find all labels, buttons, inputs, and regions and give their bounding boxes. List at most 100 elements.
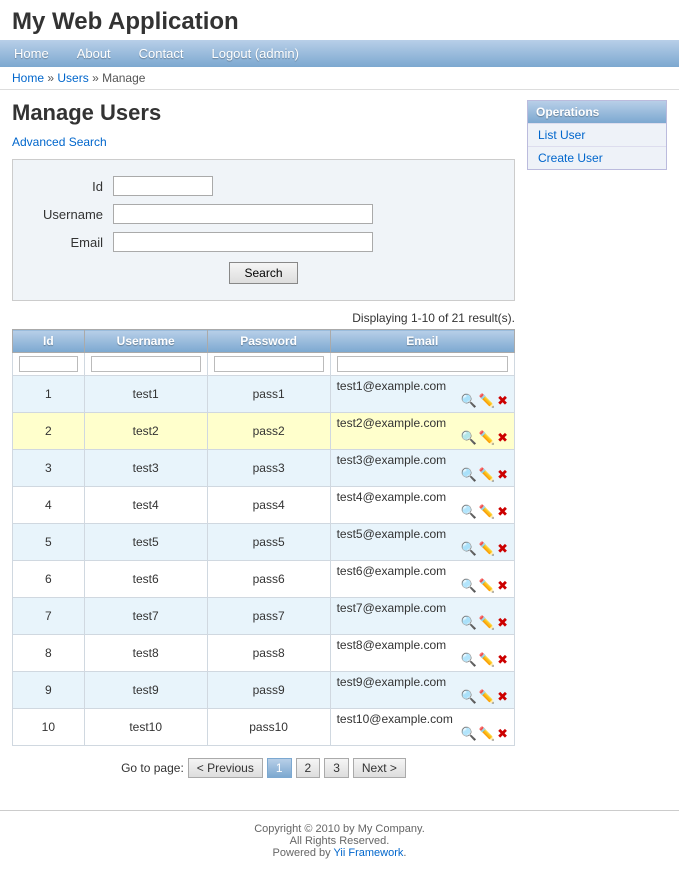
cell-username: test1	[84, 376, 207, 413]
view-icon[interactable]: 🔍	[461, 726, 477, 742]
view-icon[interactable]: 🔍	[461, 430, 477, 446]
col-header-id[interactable]: Id	[13, 330, 85, 353]
page-1-button[interactable]: 1	[267, 758, 292, 778]
breadcrumb: Home » Users » Manage	[0, 67, 679, 90]
pagination: Go to page: < Previous 1 2 3 Next >	[12, 746, 515, 790]
edit-icon[interactable]: ✏️	[479, 726, 495, 742]
results-info: Displaying 1-10 of 21 result(s).	[12, 311, 515, 325]
delete-icon[interactable]: ✖	[497, 726, 508, 742]
email-form-row: Email	[33, 232, 494, 252]
main-layout: Manage Users Advanced Search Id Username…	[0, 90, 679, 800]
sidebar: Operations List User Create User	[527, 100, 667, 790]
sidebar-operations-title: Operations	[528, 101, 666, 123]
col-header-email[interactable]: Email	[330, 330, 514, 353]
cell-password: pass10	[207, 709, 330, 746]
app-title: My Web Application	[0, 0, 679, 40]
next-page-button[interactable]: Next >	[353, 758, 406, 778]
prev-page-button[interactable]: < Previous	[188, 758, 263, 778]
search-form: Id Username Email Search	[12, 159, 515, 301]
cell-username: test2	[84, 413, 207, 450]
edit-icon[interactable]: ✏️	[479, 430, 495, 446]
username-input[interactable]	[113, 204, 373, 224]
cell-email: test7@example.com 🔍 ✏️ ✖	[330, 598, 514, 635]
edit-icon[interactable]: ✏️	[479, 689, 495, 705]
edit-icon[interactable]: ✏️	[479, 578, 495, 594]
search-button[interactable]: Search	[229, 262, 297, 284]
nav-home[interactable]: Home	[0, 40, 63, 67]
nav-contact[interactable]: Contact	[125, 40, 198, 67]
cell-id: 10	[13, 709, 85, 746]
cell-username: test6	[84, 561, 207, 598]
advanced-search-link[interactable]: Advanced Search	[12, 135, 107, 149]
view-icon[interactable]: 🔍	[461, 467, 477, 483]
table-row: 7 test7 pass7 test7@example.com 🔍 ✏️ ✖	[13, 598, 515, 635]
filter-username[interactable]	[91, 356, 201, 372]
table-row: 8 test8 pass8 test8@example.com 🔍 ✏️ ✖	[13, 635, 515, 672]
edit-icon[interactable]: ✏️	[479, 467, 495, 483]
footer-line3: Powered by Yii Framework.	[12, 847, 667, 859]
cell-password: pass1	[207, 376, 330, 413]
footer-framework-link[interactable]: Yii Framework	[334, 847, 404, 859]
delete-icon[interactable]: ✖	[497, 430, 508, 446]
edit-icon[interactable]: ✏️	[479, 652, 495, 668]
delete-icon[interactable]: ✖	[497, 652, 508, 668]
delete-icon[interactable]: ✖	[497, 578, 508, 594]
cell-password: pass4	[207, 487, 330, 524]
footer-line2: All Rights Reserved.	[12, 835, 667, 847]
delete-icon[interactable]: ✖	[497, 467, 508, 483]
cell-email: test2@example.com 🔍 ✏️ ✖	[330, 413, 514, 450]
page-3-button[interactable]: 3	[324, 758, 349, 778]
col-header-password[interactable]: Password	[207, 330, 330, 353]
delete-icon[interactable]: ✖	[497, 689, 508, 705]
table-row: 3 test3 pass3 test3@example.com 🔍 ✏️ ✖	[13, 450, 515, 487]
view-icon[interactable]: 🔍	[461, 541, 477, 557]
delete-icon[interactable]: ✖	[497, 541, 508, 557]
edit-icon[interactable]: ✏️	[479, 615, 495, 631]
cell-username: test7	[84, 598, 207, 635]
col-header-username[interactable]: Username	[84, 330, 207, 353]
email-input[interactable]	[113, 232, 373, 252]
email-label: Email	[33, 235, 113, 250]
filter-id[interactable]	[19, 356, 78, 372]
sidebar-list-user[interactable]: List User	[528, 123, 666, 146]
page-2-button[interactable]: 2	[296, 758, 321, 778]
cell-password: pass3	[207, 450, 330, 487]
delete-icon[interactable]: ✖	[497, 393, 508, 409]
edit-icon[interactable]: ✏️	[479, 504, 495, 520]
view-icon[interactable]: 🔍	[461, 504, 477, 520]
nav-about[interactable]: About	[63, 40, 125, 67]
cell-email: test5@example.com 🔍 ✏️ ✖	[330, 524, 514, 561]
cell-username: test5	[84, 524, 207, 561]
edit-icon[interactable]: ✏️	[479, 541, 495, 557]
breadcrumb-users[interactable]: Users	[57, 71, 88, 85]
table-row: 6 test6 pass6 test6@example.com 🔍 ✏️ ✖	[13, 561, 515, 598]
footer-line1: Copyright © 2010 by My Company.	[12, 823, 667, 835]
table-row: 4 test4 pass4 test4@example.com 🔍 ✏️ ✖	[13, 487, 515, 524]
cell-id: 7	[13, 598, 85, 635]
cell-email: test4@example.com 🔍 ✏️ ✖	[330, 487, 514, 524]
main-nav: Home About Contact Logout (admin)	[0, 40, 679, 67]
nav-logout[interactable]: Logout (admin)	[197, 40, 312, 67]
sidebar-create-user[interactable]: Create User	[528, 146, 666, 169]
view-icon[interactable]: 🔍	[461, 652, 477, 668]
go-to-label: Go to page:	[121, 761, 184, 775]
footer: Copyright © 2010 by My Company. All Righ…	[0, 810, 679, 871]
users-table: Id Username Password Email 1 test1 pass1…	[12, 329, 515, 746]
view-icon[interactable]: 🔍	[461, 615, 477, 631]
breadcrumb-home[interactable]: Home	[12, 71, 44, 85]
username-label: Username	[33, 207, 113, 222]
view-icon[interactable]: 🔍	[461, 578, 477, 594]
filter-password[interactable]	[214, 356, 324, 372]
delete-icon[interactable]: ✖	[497, 504, 508, 520]
delete-icon[interactable]: ✖	[497, 615, 508, 631]
cell-email: test3@example.com 🔍 ✏️ ✖	[330, 450, 514, 487]
cell-id: 8	[13, 635, 85, 672]
filter-email[interactable]	[337, 356, 508, 372]
view-icon[interactable]: 🔍	[461, 393, 477, 409]
cell-password: pass6	[207, 561, 330, 598]
cell-password: pass2	[207, 413, 330, 450]
view-icon[interactable]: 🔍	[461, 689, 477, 705]
edit-icon[interactable]: ✏️	[479, 393, 495, 409]
table-body: 1 test1 pass1 test1@example.com 🔍 ✏️ ✖ 2…	[13, 376, 515, 746]
id-input[interactable]	[113, 176, 213, 196]
